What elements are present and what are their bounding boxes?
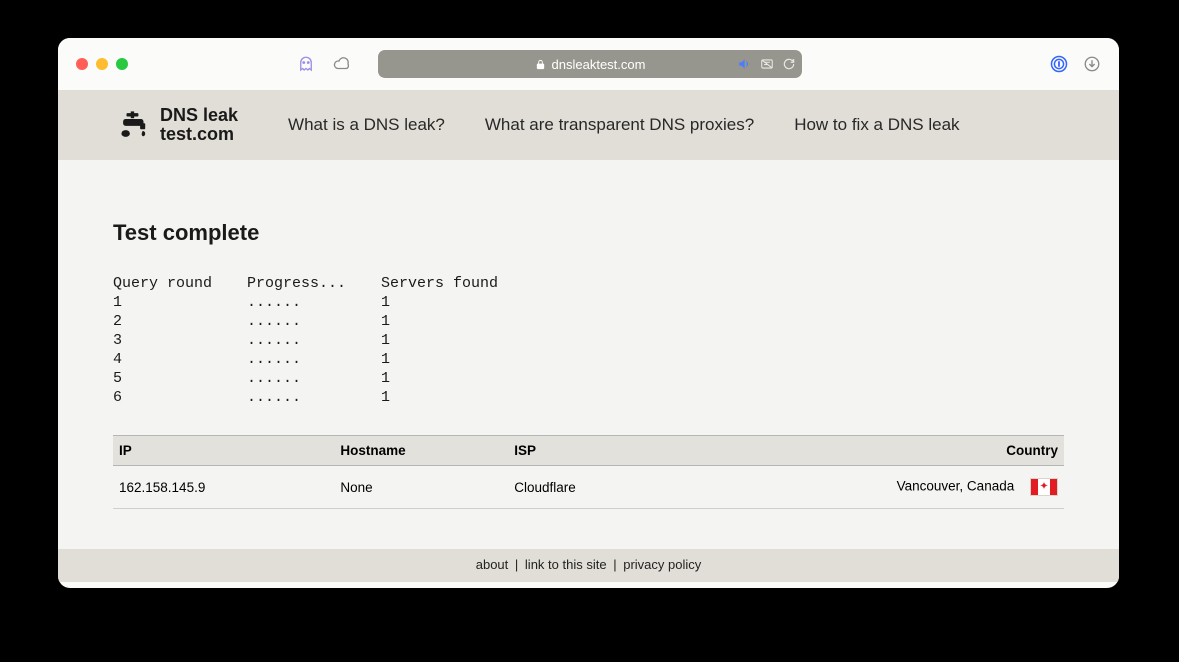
progress-table: Query round Progress... Servers found 1.… [113, 274, 541, 407]
nav-how-to-fix[interactable]: How to fix a DNS leak [794, 115, 959, 135]
footer-link-to-site[interactable]: link to this site [525, 557, 607, 572]
results-table: IP Hostname ISP Country 162.158.145.9 No… [113, 435, 1064, 509]
progress-row: 4......1 [113, 350, 541, 369]
urlbar-right [736, 57, 796, 71]
downloads-icon[interactable] [1083, 55, 1101, 73]
progress-row: 5......1 [113, 369, 541, 388]
reader-icon[interactable] [758, 57, 776, 71]
country-text: Vancouver, Canada [897, 479, 1015, 494]
page-title: Test complete [113, 220, 1064, 246]
nav-links: What is a DNS leak? What are transparent… [288, 115, 959, 135]
audio-icon[interactable] [736, 57, 752, 71]
logo-line2: test.com [160, 125, 238, 144]
progress-row: 3......1 [113, 331, 541, 350]
lock-icon [535, 59, 546, 70]
separator: | [512, 557, 521, 572]
nav-what-is-leak[interactable]: What is a DNS leak? [288, 115, 445, 135]
minimize-window-button[interactable] [96, 58, 108, 70]
progress-row: 2......1 [113, 312, 541, 331]
site-header: DNS leak test.com What is a DNS leak? Wh… [58, 90, 1119, 160]
page-content[interactable]: DNS leak test.com What is a DNS leak? Wh… [58, 90, 1119, 588]
onepassword-icon[interactable] [1049, 54, 1069, 74]
traffic-lights [76, 58, 128, 70]
url-bar[interactable]: dnsleaktest.com [378, 50, 802, 78]
reload-icon[interactable] [782, 57, 796, 71]
cell-country: Vancouver, Canada ✦ [674, 466, 1064, 509]
toolbar-left [296, 54, 352, 74]
ghost-icon[interactable] [296, 54, 316, 74]
col-progress: Progress... [247, 274, 381, 293]
cell-isp: Cloudflare [508, 466, 674, 509]
nav-transparent-proxies[interactable]: What are transparent DNS proxies? [485, 115, 754, 135]
fullscreen-window-button[interactable] [116, 58, 128, 70]
col-country: Country [674, 436, 1064, 466]
footer-about[interactable]: about [476, 557, 509, 572]
url-text: dnsleaktest.com [552, 57, 646, 72]
table-row: 162.158.145.9 None Cloudflare Vancouver,… [113, 466, 1064, 509]
logo-text: DNS leak test.com [160, 106, 238, 144]
browser-window: dnsleaktest.com [58, 38, 1119, 588]
progress-row: 1......1 [113, 293, 541, 312]
col-servers: Servers found [381, 274, 541, 293]
cell-hostname: None [334, 466, 508, 509]
progress-row: 6......1 [113, 388, 541, 407]
canada-flag-icon: ✦ [1030, 478, 1058, 496]
site-footer: about | link to this site | privacy poli… [58, 549, 1119, 582]
footer-privacy[interactable]: privacy policy [623, 557, 701, 572]
faucet-icon [118, 108, 152, 142]
progress-header-row: Query round Progress... Servers found [113, 274, 541, 293]
col-hostname: Hostname [334, 436, 508, 466]
col-round: Query round [113, 274, 247, 293]
site-logo[interactable]: DNS leak test.com [118, 106, 238, 144]
col-isp: ISP [508, 436, 674, 466]
titlebar: dnsleaktest.com [58, 38, 1119, 90]
cloud-icon[interactable] [332, 54, 352, 74]
close-window-button[interactable] [76, 58, 88, 70]
cell-ip: 162.158.145.9 [113, 466, 334, 509]
toolbar-right [1049, 54, 1101, 74]
page-body: Test complete Query round Progress... Se… [58, 160, 1119, 549]
results-header-row: IP Hostname ISP Country [113, 436, 1064, 466]
separator: | [610, 557, 619, 572]
logo-line1: DNS leak [160, 106, 238, 125]
col-ip: IP [113, 436, 334, 466]
